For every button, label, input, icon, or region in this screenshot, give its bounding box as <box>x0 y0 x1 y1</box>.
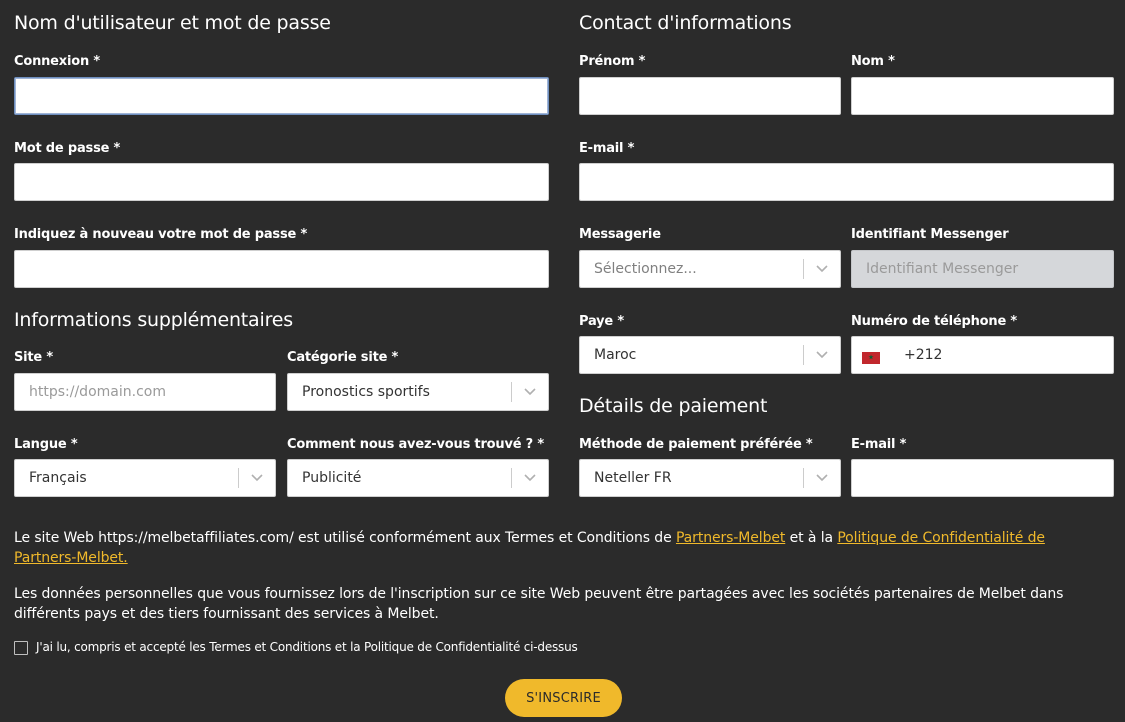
login-label: Connexion * <box>14 54 100 69</box>
login-input[interactable] <box>14 77 549 115</box>
site-category-label: Catégorie site * <box>287 350 399 365</box>
terms-text-start: Le site Web https://melbetaffiliates.com… <box>14 530 676 546</box>
site-label: Site * <box>14 350 53 365</box>
chevron-down-icon[interactable] <box>239 460 275 496</box>
language-value: Français <box>29 470 87 486</box>
payment-method-value: Neteller FR <box>594 470 672 486</box>
chevron-down-icon[interactable] <box>804 251 840 287</box>
terms-paragraph: Le site Web https://melbetaffiliates.com… <box>14 528 1110 568</box>
terms-text-middle: et à la <box>785 530 838 546</box>
payment-section-title: Détails de paiement <box>579 395 768 417</box>
messenger-id-input[interactable] <box>851 250 1114 288</box>
first-name-label: Prénom * <box>579 54 646 69</box>
source-label: Comment nous avez-vous trouvé ? * <box>287 437 544 452</box>
additional-section-title: Informations supplémentaires <box>14 309 293 331</box>
payment-email-label: E-mail * <box>851 437 907 452</box>
last-name-input[interactable] <box>851 77 1114 115</box>
country-value: Maroc <box>594 347 637 363</box>
accept-terms-checkbox[interactable] <box>14 641 28 655</box>
country-select[interactable]: Maroc <box>579 336 841 374</box>
register-button[interactable]: S'INSCRIRE <box>505 679 622 717</box>
phone-country-code: +212 <box>904 347 943 363</box>
phone-label: Numéro de téléphone * <box>851 314 1018 329</box>
data-sharing-paragraph: Les données personnelles que vous fourni… <box>14 586 1064 622</box>
language-select[interactable]: Français <box>14 459 276 497</box>
contact-section-title: Contact d'informations <box>579 12 792 34</box>
phone-input[interactable]: +212 <box>851 336 1114 374</box>
chevron-down-icon[interactable] <box>804 337 840 373</box>
email-label: E-mail * <box>579 141 635 156</box>
payment-method-label: Méthode de paiement préférée * <box>579 437 813 452</box>
payment-method-select[interactable]: Neteller FR <box>579 459 841 497</box>
password-repeat-input[interactable] <box>14 250 549 288</box>
password-repeat-label: Indiquez à nouveau votre mot de passe * <box>14 227 308 242</box>
language-label: Langue * <box>14 437 78 452</box>
messenger-select[interactable]: Sélectionnez... <box>579 250 841 288</box>
payment-email-input[interactable] <box>851 459 1114 497</box>
messenger-label: Messagerie <box>579 227 661 242</box>
partners-melbet-link[interactable]: Partners-Melbet <box>676 530 785 546</box>
email-input[interactable] <box>579 163 1114 201</box>
country-label: Paye * <box>579 314 624 329</box>
site-category-select[interactable]: Pronostics sportifs <box>287 373 549 411</box>
chevron-down-icon[interactable] <box>512 374 548 410</box>
source-value: Publicité <box>302 470 362 486</box>
password-input[interactable] <box>14 163 549 201</box>
chevron-down-icon[interactable] <box>804 460 840 496</box>
credentials-section-title: Nom d'utilisateur et mot de passe <box>14 12 331 34</box>
morocco-flag-icon[interactable] <box>862 349 880 364</box>
messenger-placeholder: Sélectionnez... <box>594 261 697 277</box>
last-name-label: Nom * <box>851 54 895 69</box>
chevron-down-icon[interactable] <box>512 460 548 496</box>
first-name-input[interactable] <box>579 77 841 115</box>
password-label: Mot de passe * <box>14 141 121 156</box>
accept-terms-label[interactable]: J'ai lu, compris et accepté les Termes e… <box>36 640 578 654</box>
site-category-value: Pronostics sportifs <box>302 384 430 400</box>
source-select[interactable]: Publicité <box>287 459 549 497</box>
site-input[interactable] <box>14 373 276 411</box>
messenger-id-label: Identifiant Messenger <box>851 227 1009 242</box>
